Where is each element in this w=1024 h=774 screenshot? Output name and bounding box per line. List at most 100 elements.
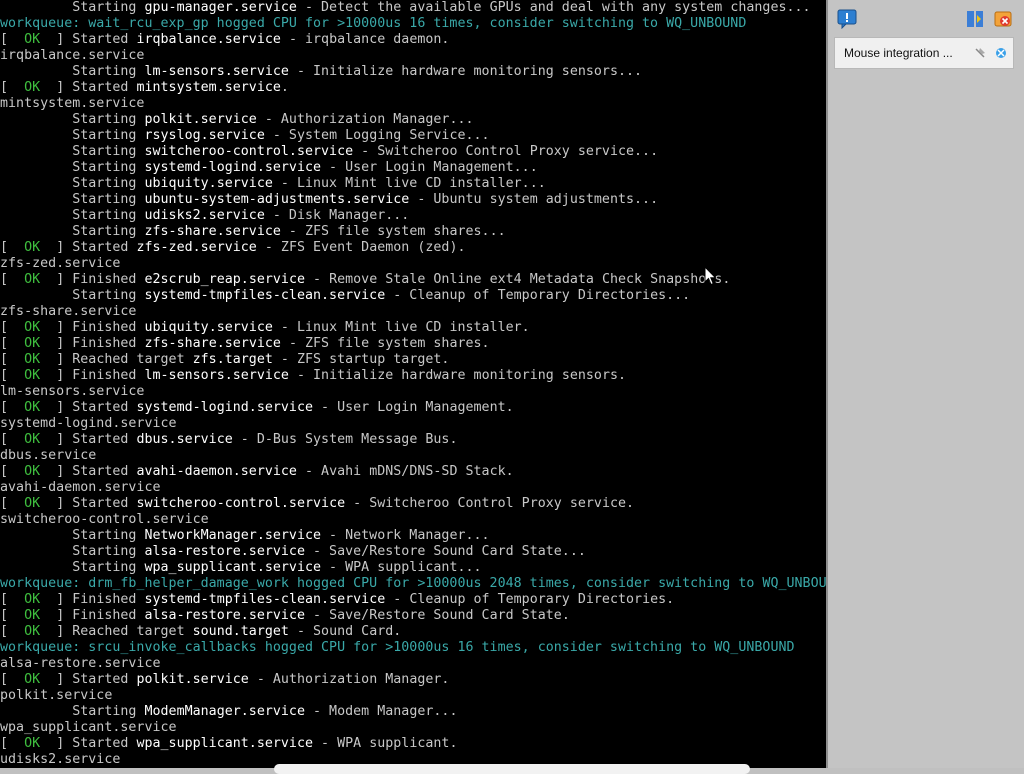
line-prefix: zfs-zed.service xyxy=(0,256,121,271)
console-line: Starting gpu-manager.service - Detect th… xyxy=(0,0,826,16)
line-prefix: systemd-logind.service xyxy=(0,416,177,431)
console-line: [ OK ] Finished lm-sensors.service - Ini… xyxy=(0,368,826,384)
line-description: - ZFS Event Daemon (zed). xyxy=(256,240,466,255)
service-name: wpa_supplicant.service xyxy=(136,736,314,751)
line-prefix: Started xyxy=(64,672,137,687)
status-bracket: ] xyxy=(40,320,65,335)
close-panel-icon[interactable] xyxy=(992,8,1014,30)
line-description: - D-Bus System Message Bus. xyxy=(232,432,458,447)
console-line: Starting switcheroo-control.service - Sw… xyxy=(0,144,826,160)
status-bracket: [ xyxy=(0,352,25,367)
line-description: - Linux Mint live CD installer... xyxy=(272,176,546,191)
line-prefix: Starting xyxy=(0,192,145,207)
panel-toolbar xyxy=(828,0,1024,36)
service-name: systemd-logind.service xyxy=(144,160,322,175)
service-name: ubiquity.service xyxy=(144,176,273,191)
pin-icon[interactable] xyxy=(971,44,989,62)
console-line: Starting systemd-logind.service - User L… xyxy=(0,160,826,176)
status-bracket: [ xyxy=(0,624,25,639)
line-description: - Network Manager... xyxy=(321,528,490,543)
line-prefix: Finished xyxy=(64,368,145,383)
service-name: wpa_supplicant.service xyxy=(144,560,322,575)
ok-status: OK xyxy=(24,272,41,287)
line-prefix: mintsystem.service xyxy=(0,96,145,111)
service-name: zfs-share.service xyxy=(144,224,281,239)
console-line: [ OK ] Started mintsystem.service. xyxy=(0,80,826,96)
ok-status: OK xyxy=(24,736,41,751)
console-line: dbus.service xyxy=(0,448,826,464)
line-prefix: Finished xyxy=(64,272,145,287)
status-bracket: ] xyxy=(40,368,65,383)
bottom-scrollbar[interactable] xyxy=(274,764,750,774)
console-line: Starting udisks2.service - Disk Manager.… xyxy=(0,208,826,224)
service-name: rsyslog.service xyxy=(144,128,265,143)
mouse-integration-notification[interactable]: Mouse integration ... xyxy=(834,37,1014,69)
service-name: ubuntu-system-adjustments.service xyxy=(144,192,410,207)
line-prefix: Starting xyxy=(0,160,145,175)
line-prefix: dbus.service xyxy=(0,448,97,463)
console-line: [ OK ] Finished systemd-tmpfiles-clean.s… xyxy=(0,592,826,608)
service-name: dbus.service xyxy=(136,432,233,447)
console-line: [ OK ] Started dbus.service - D-Bus Syst… xyxy=(0,432,826,448)
status-bracket: [ xyxy=(0,608,25,623)
console-line: Starting polkit.service - Authorization … xyxy=(0,112,826,128)
console-line: Starting ModemManager.service - Modem Ma… xyxy=(0,704,826,720)
line-prefix: Starting xyxy=(0,64,145,79)
console-line: Starting lm-sensors.service - Initialize… xyxy=(0,64,826,80)
line-prefix: Started xyxy=(64,432,137,447)
ok-status: OK xyxy=(24,32,41,47)
ok-status: OK xyxy=(24,496,41,511)
message-icon[interactable] xyxy=(836,8,858,30)
status-bracket: ] xyxy=(40,400,65,415)
ok-status: OK xyxy=(24,336,41,351)
service-name: systemd-tmpfiles-clean.service xyxy=(144,592,386,607)
console-line: [ OK ] Started systemd-logind.service - … xyxy=(0,400,826,416)
status-bracket: [ xyxy=(0,496,25,511)
status-bracket: [ xyxy=(0,592,25,607)
console-line: workqueue: wait_rcu_exp_gp hogged CPU fo… xyxy=(0,16,826,32)
line-prefix: avahi-daemon.service xyxy=(0,480,161,495)
status-bracket: [ xyxy=(0,368,25,383)
mouse-integration-icon[interactable] xyxy=(992,44,1010,62)
service-name: polkit.service xyxy=(144,112,257,127)
line-description: - Authorization Manager. xyxy=(248,672,450,687)
line-prefix: Starting xyxy=(0,224,145,239)
console-line: polkit.service xyxy=(0,688,826,704)
virtualbox-side-panel: Mouse integration ... xyxy=(826,0,1024,768)
line-prefix: Starting xyxy=(0,288,145,303)
display-settings-icon[interactable] xyxy=(964,8,986,30)
workqueue-warning: workqueue: wait_rcu_exp_gp hogged CPU fo… xyxy=(0,16,747,31)
line-prefix: switcheroo-control.service xyxy=(0,512,209,527)
line-description: - Detect the available GPUs and deal wit… xyxy=(296,0,811,15)
ok-status: OK xyxy=(24,320,41,335)
service-name: lm-sensors.service xyxy=(144,368,289,383)
ok-status: OK xyxy=(24,400,41,415)
status-bracket: ] xyxy=(40,672,65,687)
service-name: alsa-restore.service xyxy=(144,544,305,559)
ok-status: OK xyxy=(24,608,41,623)
line-prefix: Finished xyxy=(64,592,145,607)
ok-status: OK xyxy=(24,432,41,447)
line-description: - Modem Manager... xyxy=(304,704,458,719)
service-name: zfs-zed.service xyxy=(136,240,257,255)
line-description: - irqbalance daemon. xyxy=(280,32,450,47)
console-line: [ OK ] Started wpa_supplicant.service - … xyxy=(0,736,826,752)
line-description: - User Login Management... xyxy=(321,160,538,175)
console-line: [ OK ] Reached target zfs.target - ZFS s… xyxy=(0,352,826,368)
line-prefix: Starting xyxy=(0,560,145,575)
line-prefix: zfs-share.service xyxy=(0,304,137,319)
console-line: workqueue: drm_fb_helper_damage_work hog… xyxy=(0,576,826,592)
console-line: [ OK ] Started avahi-daemon.service - Av… xyxy=(0,464,826,480)
console-line: zfs-share.service xyxy=(0,304,826,320)
line-prefix: Started xyxy=(64,240,137,255)
line-prefix: Starting xyxy=(0,144,145,159)
line-description: - Initialize hardware monitoring sensors… xyxy=(288,368,627,383)
line-description: - Save/Restore Sound Card State. xyxy=(305,608,570,623)
status-bracket: ] xyxy=(40,496,65,511)
console-line: lm-sensors.service xyxy=(0,384,826,400)
service-name: ubiquity.service xyxy=(144,320,273,335)
line-prefix: Started xyxy=(64,496,137,511)
ok-status: OK xyxy=(24,592,41,607)
status-bracket: [ xyxy=(0,464,25,479)
line-description: - Cleanup of Temporary Directories... xyxy=(385,288,691,303)
